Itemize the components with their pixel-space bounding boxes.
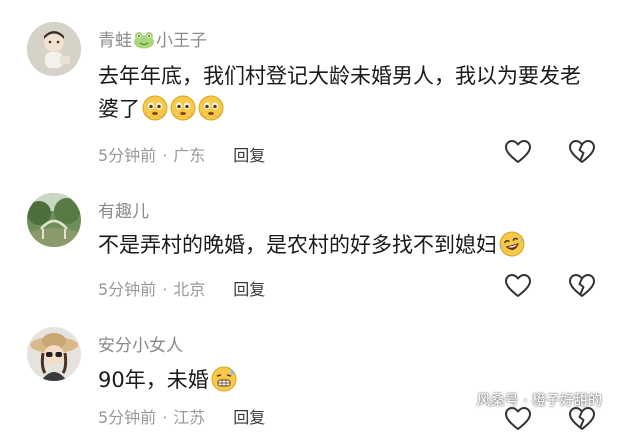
username-text: 安分小女人 <box>98 336 183 356</box>
comment-text: 不是弄村的晚婚，是农村的好多找不到媳妇 <box>98 233 497 257</box>
user-avatar[interactable] <box>27 327 81 381</box>
broken-heart-dislike-icon[interactable] <box>568 139 596 165</box>
comment-username[interactable]: 有趣儿 <box>98 197 149 222</box>
comment-text-block: 去年年底，我们村登记大龄未婚男人，我以为要发老婆了 <box>98 60 598 126</box>
avatar-woman-hat-photo-icon <box>27 327 81 381</box>
crying-face-icon <box>198 95 224 121</box>
meta-separator: · <box>162 146 168 165</box>
laughing-tears-face-icon <box>499 231 525 257</box>
username-text: 有趣儿 <box>98 202 149 222</box>
reply-button[interactable]: 回复 <box>233 146 265 165</box>
comment-username[interactable]: 青蛙 小王子 <box>98 26 207 51</box>
comment-meta: 5分钟前 · 广东 回复 <box>98 142 265 166</box>
crying-face-icon <box>170 95 196 121</box>
user-avatar[interactable] <box>27 193 81 247</box>
username-text: 青蛙 <box>98 31 132 51</box>
frog-emoji-icon <box>134 32 154 49</box>
comment-text: 90年，未婚 <box>98 368 209 392</box>
avatar-cartoon-boy-icon <box>27 22 81 76</box>
watermark: 风桑号 · 橙子好甜的 <box>476 393 602 409</box>
grimacing-sweat-face-icon <box>211 366 237 392</box>
crying-face-icon <box>142 95 168 121</box>
comment-time: 5分钟前 <box>98 280 157 299</box>
comment-text-block: 不是弄村的晚婚，是农村的好多找不到媳妇 <box>98 229 598 262</box>
broken-heart-dislike-icon[interactable] <box>568 273 596 299</box>
comment-location: 北京 <box>173 280 206 299</box>
user-avatar[interactable] <box>27 22 81 76</box>
comment-location: 广东 <box>173 146 206 165</box>
comment-username[interactable]: 安分小女人 <box>98 331 183 356</box>
comment-meta: 5分钟前 · 北京 回复 <box>98 276 265 300</box>
meta-separator: · <box>162 280 168 299</box>
comment-time: 5分钟前 <box>98 146 157 165</box>
username-suffix: 小王子 <box>156 31 207 51</box>
comment-meta: 5分钟前 · 江苏 回复 <box>98 404 265 428</box>
heart-like-icon[interactable] <box>504 139 532 165</box>
reply-button[interactable]: 回复 <box>233 280 265 299</box>
heart-like-icon[interactable] <box>504 273 532 299</box>
avatar-landscape-photo-icon <box>27 193 81 247</box>
